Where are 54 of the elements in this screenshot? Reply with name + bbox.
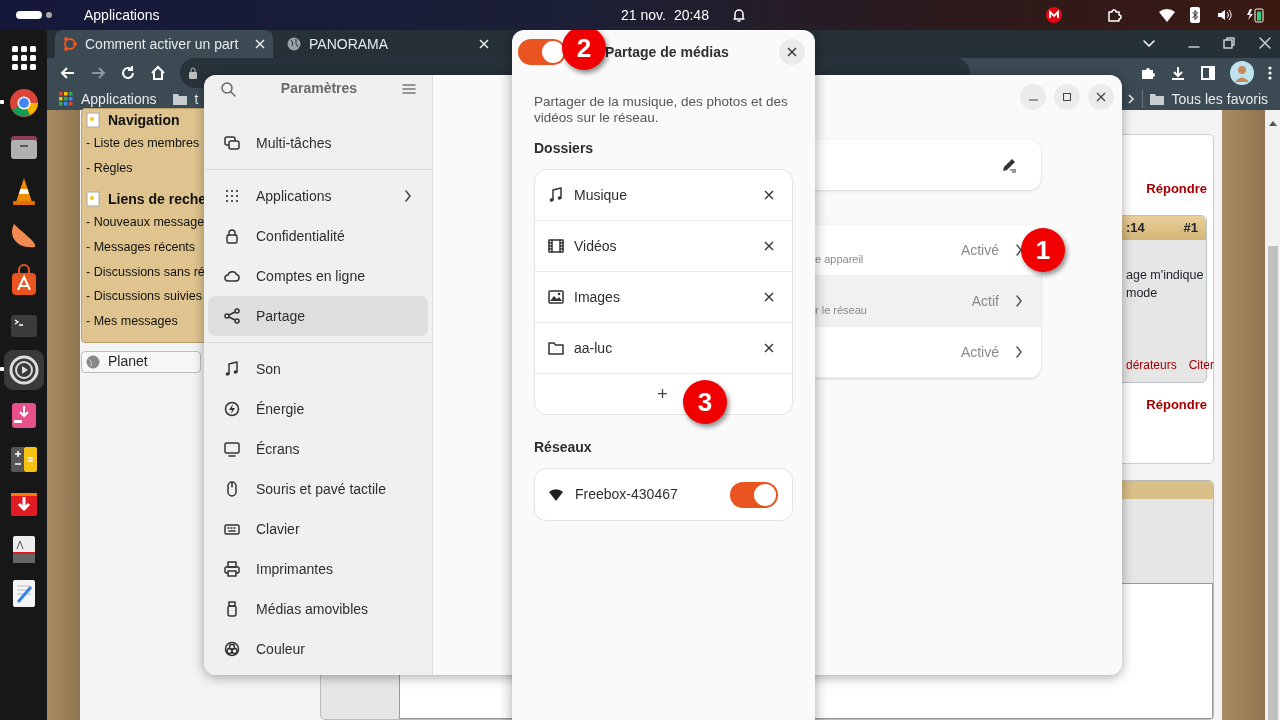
reply-link[interactable]: Répondre <box>1146 394 1207 414</box>
row-subtitle: e appareil <box>815 253 864 265</box>
section-heading: Liens de reche <box>108 189 207 209</box>
status-text: Activé <box>960 240 999 260</box>
network-row: Freebox-430467 <box>535 469 792 520</box>
folder-row[interactable]: Musique <box>535 170 792 221</box>
sidebar-item[interactable]: Énergie <box>208 389 428 429</box>
post-text: age m'indique mode <box>1126 266 1205 302</box>
planet-panel[interactable]: Planet <box>81 350 201 373</box>
bookmark-folder[interactable]: t <box>172 88 199 110</box>
nav-link[interactable]: - Règles <box>86 160 133 175</box>
activities-menu[interactable]: Applications <box>84 4 160 26</box>
nav-link[interactable]: - Nouveaux message <box>86 215 205 230</box>
sidebar-item[interactable]: Multi-tâches <box>208 123 428 163</box>
nav-link[interactable]: - Discussions suivies <box>86 289 202 304</box>
browser-tab[interactable]: Comment activer un part <box>55 30 273 58</box>
browser-tab[interactable]: PANORAMA <box>279 30 497 58</box>
add-folder-button[interactable]: + <box>657 380 668 408</box>
folder-row[interactable]: Images <box>535 272 792 323</box>
row-subtitle: r le réseau <box>815 304 867 316</box>
nav-link[interactable]: - Liste des membres <box>86 136 200 150</box>
reply-link[interactable]: Répondre <box>1146 179 1207 199</box>
sidebar-item[interactable]: Son <box>208 349 428 389</box>
folder-row[interactable]: aa-luc <box>535 323 792 374</box>
window-title: Paramètres <box>279 79 359 98</box>
clock-text[interactable]: 20:48 <box>673 4 709 26</box>
section-heading: Réseaux <box>534 439 592 455</box>
bookmark[interactable]: Applications <box>59 88 157 110</box>
sidebar-item[interactable]: Souris et pavé tactile <box>208 469 428 509</box>
post-number: #1 <box>1183 218 1198 237</box>
sidebar-item[interactable]: Écrans <box>208 429 428 469</box>
date-text[interactable]: 21 nov. <box>621 4 666 26</box>
post-time: :14 <box>1126 218 1145 237</box>
sidebar-item[interactable]: Confidentialité <box>208 216 428 256</box>
sidebar-item[interactable]: Médias amovibles <box>208 589 428 629</box>
section-heading: Navigation <box>108 110 180 130</box>
sidebar-item[interactable]: Imprimantes <box>208 549 428 589</box>
moderators-link[interactable]: dérateurs <box>1126 355 1177 374</box>
nav-link[interactable]: - Messages récents <box>86 240 196 255</box>
status-text: Activé <box>960 342 999 362</box>
sidebar-item[interactable]: Partage <box>208 296 428 336</box>
sidebar-item[interactable]: Couleur <box>208 629 428 669</box>
section-heading: Dossiers <box>534 140 594 156</box>
folder-row[interactable]: Vidéos <box>535 221 792 272</box>
quote-link[interactable]: Citer <box>1188 355 1215 374</box>
bookmark-folder[interactable]: Tous les favoris <box>1149 88 1268 110</box>
sidebar-item[interactable]: Comptes en ligne <box>208 256 428 296</box>
nav-link[interactable]: - Mes messages <box>86 314 178 329</box>
dialog-description: Partager de la musique, des photos et des vidéos sur le réseau. <box>534 94 789 126</box>
sidebar-item[interactable]: Applications <box>208 176 428 216</box>
dialog-title: Partage de médias <box>605 42 729 62</box>
nav-link[interactable]: - Discussions sans ré <box>86 264 205 279</box>
status-text: Actif <box>971 291 999 311</box>
sidebar-item[interactable]: Clavier <box>208 509 428 549</box>
